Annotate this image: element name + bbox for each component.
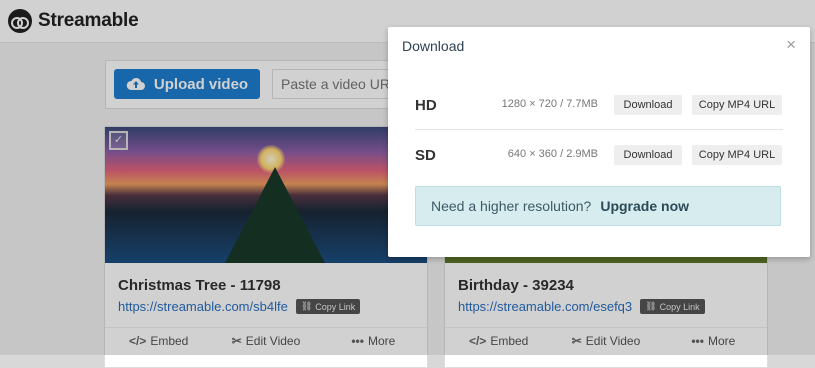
close-icon[interactable]: × (786, 36, 796, 53)
download-sd-button[interactable]: Download (614, 145, 682, 165)
copy-mp4-url-sd-button[interactable]: Copy MP4 URL (692, 145, 782, 165)
upgrade-text: Need a higher resolution? (431, 198, 592, 214)
upgrade-banner: Need a higher resolution? Upgrade now (415, 186, 781, 226)
download-hd-button[interactable]: Download (614, 95, 682, 115)
download-option-hd: HD 1280 × 720 / 7.7MB Download Copy MP4 … (415, 83, 783, 130)
quality-label: HD (415, 97, 437, 114)
quality-info: 640 × 360 / 2.9MB (507, 148, 598, 160)
download-modal: Download × HD 1280 × 720 / 7.7MB Downloa… (388, 27, 810, 257)
quality-label: SD (415, 147, 436, 164)
modal-title: Download (402, 38, 465, 54)
copy-mp4-url-hd-button[interactable]: Copy MP4 URL (692, 95, 782, 115)
download-option-sd: SD 640 × 360 / 2.9MB Download Copy MP4 U… (415, 133, 783, 179)
quality-info: 1280 × 720 / 7.7MB (501, 98, 598, 110)
upgrade-now-link[interactable]: Upgrade now (600, 198, 689, 214)
